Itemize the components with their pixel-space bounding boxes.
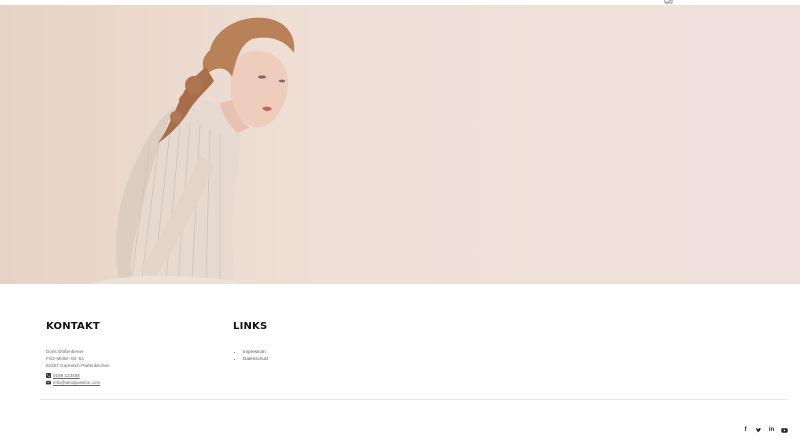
address-line: Fritz-Müller-Str. 54 (46, 356, 84, 361)
address-line: Doris Dößenbener (46, 349, 84, 354)
youtube-icon[interactable] (781, 427, 788, 434)
contact-heading: KONTAKT (46, 321, 100, 332)
site-footer: KONTAKT Doris Dößenbener Fritz-Müller-St… (0, 284, 800, 441)
twitter-icon[interactable] (755, 427, 762, 434)
link-impressum[interactable]: Impressum (243, 348, 269, 355)
address-line: 82467 Garmisch-Partenkirchen (46, 363, 110, 368)
phone-icon (46, 373, 51, 378)
hero-image (0, 5, 800, 284)
links-list: Impressum Datenschutz (236, 348, 269, 362)
hero-photo (0, 5, 800, 284)
phone-number: 0189 123456 (53, 373, 80, 378)
linkedin-icon[interactable]: in (768, 427, 775, 434)
link-datenschutz[interactable]: Datenschutz (243, 355, 269, 362)
email-link[interactable]: info@windpassion.com (46, 380, 100, 385)
phone-link[interactable]: 0189 123456 (46, 373, 80, 378)
footer-divider (40, 399, 788, 400)
facebook-icon[interactable]: f (742, 427, 749, 434)
envelope-icon (46, 380, 51, 385)
email-address: info@windpassion.com (53, 380, 101, 385)
contact-address: Doris Dößenbener Fritz-Müller-Str. 54 82… (46, 348, 110, 369)
links-heading: LINKS (233, 321, 268, 332)
social-links: f in (742, 427, 788, 434)
